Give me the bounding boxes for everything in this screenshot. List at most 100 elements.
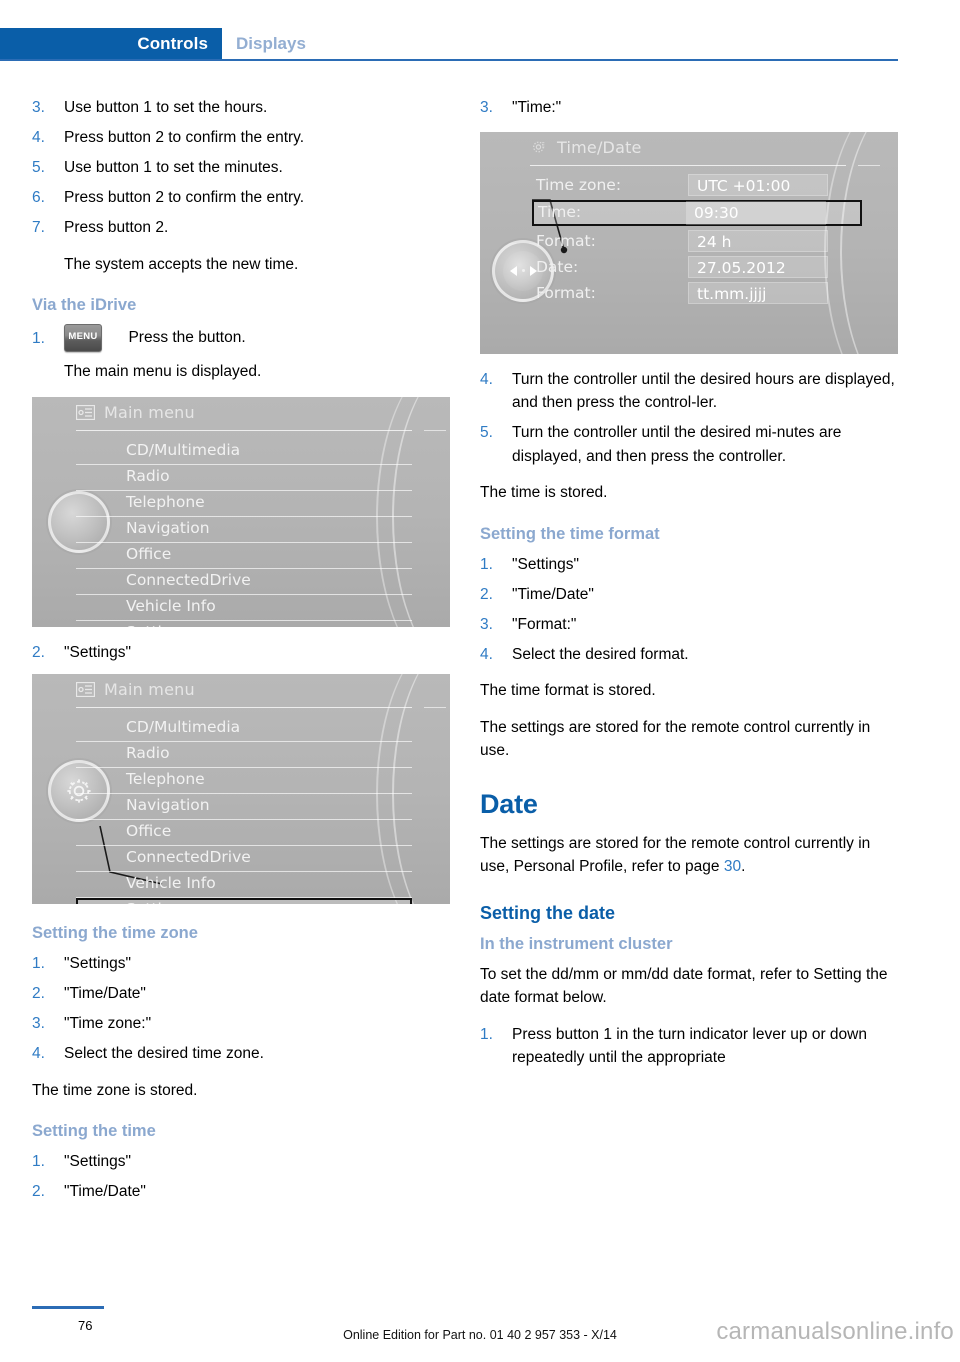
menu-button-icon[interactable]: MENU — [64, 324, 102, 352]
step1-text: Press the button. — [128, 329, 246, 346]
setting-label: Format: — [536, 283, 596, 302]
idrive-menu-item[interactable]: Radio — [76, 465, 412, 491]
idrive-setting-row[interactable]: Time zone: UTC +01:00 — [536, 173, 856, 198]
idrive-setting-row[interactable]: Date: 27.05.2012 — [536, 255, 856, 280]
idrive-menu-item-label: ConnectedDrive — [126, 848, 251, 866]
tab-controls[interactable]: Controls — [0, 28, 222, 60]
list-number: 2. — [32, 985, 45, 1002]
remote-control-note: The settings are stored for the remote c… — [480, 718, 871, 760]
setting-value[interactable]: 09:30 — [686, 200, 826, 225]
idrive-setting-row[interactable]: Format: 24 h — [536, 229, 856, 254]
setting-value-text: tt.mm.jjjj — [697, 284, 767, 303]
list-number: 1. — [32, 955, 45, 972]
list-number: 5. — [32, 159, 45, 176]
steps-top-note: The system accepts the new time. — [64, 255, 299, 273]
idrive-menu-item[interactable]: Office — [76, 543, 412, 569]
list-text: Press button 2 to confirm the entry. — [64, 189, 305, 206]
time-stored-note: The time is stored. — [480, 484, 608, 501]
list-text: Select the desired time zone. — [64, 1045, 264, 1062]
list-text: "Settings" — [64, 955, 132, 972]
time-zone-stored-note: The time zone is stored. — [32, 1081, 198, 1099]
date-intro-pre: The settings are stored for the remote c… — [480, 834, 871, 876]
idrive-menu-item-label: Settings — [126, 900, 190, 904]
page-reference-link[interactable]: 30 — [724, 858, 741, 875]
idrive-menu-item[interactable]: ConnectedDrive — [76, 846, 412, 872]
idrive-menu-item[interactable]: CD/Multimedia — [76, 716, 412, 742]
list-item: 1. "Settings" — [32, 952, 450, 976]
idrive-menu-item[interactable]: Navigation — [76, 517, 412, 543]
list-text: "Settings" — [64, 1153, 132, 1170]
idrive-setting-row[interactable]: Format: tt.mm.jjjj — [536, 281, 856, 306]
idrive-menu-item[interactable]: Vehicle Info — [76, 595, 412, 621]
idrive-main-menu-screenshot-1: Main menu CD/Multimedia Radio Telephone … — [32, 396, 450, 627]
list-number: 1. — [32, 330, 45, 347]
idrive-menu-item[interactable]: Telephone — [76, 768, 412, 794]
time-format-stored-note: The time format is stored. — [480, 682, 656, 699]
idrive-menu-item[interactable]: ConnectedDrive — [76, 569, 412, 595]
list-menu-icon — [76, 404, 95, 420]
setting-value[interactable]: tt.mm.jjjj — [688, 281, 828, 304]
list-number: 3. — [32, 1015, 45, 1032]
page-header: Controls Displays — [0, 0, 960, 62]
setting-value[interactable]: 27.05.2012 — [688, 255, 828, 278]
list-number: 6. — [32, 189, 45, 206]
idrive-screen-title: Main menu — [104, 402, 195, 422]
heading-in-the-instrument-cluster: In the instrument cluster — [480, 934, 673, 953]
idrive-menu-item[interactable]: Settings — [76, 621, 412, 627]
idrive-menu-item[interactable]: Telephone — [76, 491, 412, 517]
list-number: 3. — [480, 99, 493, 116]
list-item: 5. Use button 1 to set the minutes. — [32, 156, 450, 180]
idrive-menu-item-selected-settings[interactable]: Settings — [76, 898, 412, 904]
heading-setting-the-time: Setting the time — [32, 1122, 156, 1140]
idrive-menu-item[interactable]: Vehicle Info — [76, 872, 412, 898]
list-number: 1. — [480, 555, 493, 573]
list-text: Turn the controller until the desired ho… — [512, 370, 895, 412]
step-menu-button: 1. MENU Press the button. — [32, 324, 450, 358]
idrive-menu-item[interactable]: Office — [76, 820, 412, 846]
setting-label: Date: — [536, 257, 579, 276]
date-intro-paragraph: The settings are stored for the remote c… — [480, 832, 898, 879]
list-text: "Settings" — [512, 555, 580, 573]
idrive-screen-title: Time/Date — [557, 137, 642, 157]
setting-value[interactable]: 24 h — [688, 229, 828, 252]
idrive-menu-item-label: Vehicle Info — [126, 874, 216, 892]
time-zone-steps-list: 1. "Settings" 2. "Time/Date" 3. "Time zone:… — [32, 952, 450, 1066]
list-number: 3. — [32, 99, 45, 116]
list-menu-icon — [76, 682, 95, 697]
gear-icon — [533, 141, 545, 153]
list-item: 4. Press button 2 to confirm the entry. — [32, 126, 450, 150]
time-format-steps-list: 1. "Settings" 2. "Time/Date" 3. "Format:" 4… — [480, 553, 898, 667]
list-text: Select the desired format. — [512, 645, 689, 663]
list-text: Press button 1 in the turn indicator lev… — [512, 1025, 867, 1067]
idrive-menu-item-label: Radio — [126, 466, 170, 485]
idrive-title-divider-stub — [858, 164, 880, 166]
idrive-screen-title: Main menu — [104, 680, 195, 699]
arrow-left-icon — [509, 265, 517, 276]
idrive-menu-item[interactable]: CD/Multimedia — [76, 439, 412, 465]
list-number: 2. — [32, 1183, 45, 1200]
idrive-menu-item[interactable]: Navigation — [76, 794, 412, 820]
list-text: "Time/Date" — [64, 1183, 146, 1200]
step2-list: 2. "Settings" — [32, 641, 450, 665]
date-intro-post: . — [741, 858, 746, 875]
idrive-title-divider — [76, 707, 412, 708]
setting-label: Time: — [538, 202, 582, 221]
idrive-menu-item-label: Office — [126, 822, 172, 840]
list-number: 2. — [480, 585, 493, 603]
setting-value[interactable]: UTC +01:00 — [688, 173, 828, 196]
idrive-menu-item-label: Office — [126, 544, 172, 563]
idrive-main-menu-screenshot-2: Main menu CD/Multimedia Radio Telephone … — [32, 674, 450, 904]
idrive-menu-item-label: CD/Multimedia — [126, 440, 241, 459]
list-item: 5. Turn the controller until the desired … — [480, 421, 898, 468]
idrive-menu-item-label: ConnectedDrive — [126, 570, 251, 589]
idrive-menu-item[interactable]: Radio — [76, 742, 412, 768]
idrive-menu-item-label: Navigation — [126, 518, 210, 537]
list-text: Use button 1 to set the minutes. — [64, 159, 283, 176]
idrive-setting-row-selected-time[interactable]: Time: 09:30 — [532, 199, 862, 226]
setting-value-text: 27.05.2012 — [697, 258, 786, 277]
dpad-center-dot — [521, 269, 525, 272]
list-item: 7. Press button 2. — [32, 216, 450, 240]
list-item: 2. "Time/Date" — [32, 1180, 450, 1204]
tab-displays[interactable]: Displays — [236, 34, 306, 54]
idrive-header: Time/Date — [530, 138, 642, 157]
